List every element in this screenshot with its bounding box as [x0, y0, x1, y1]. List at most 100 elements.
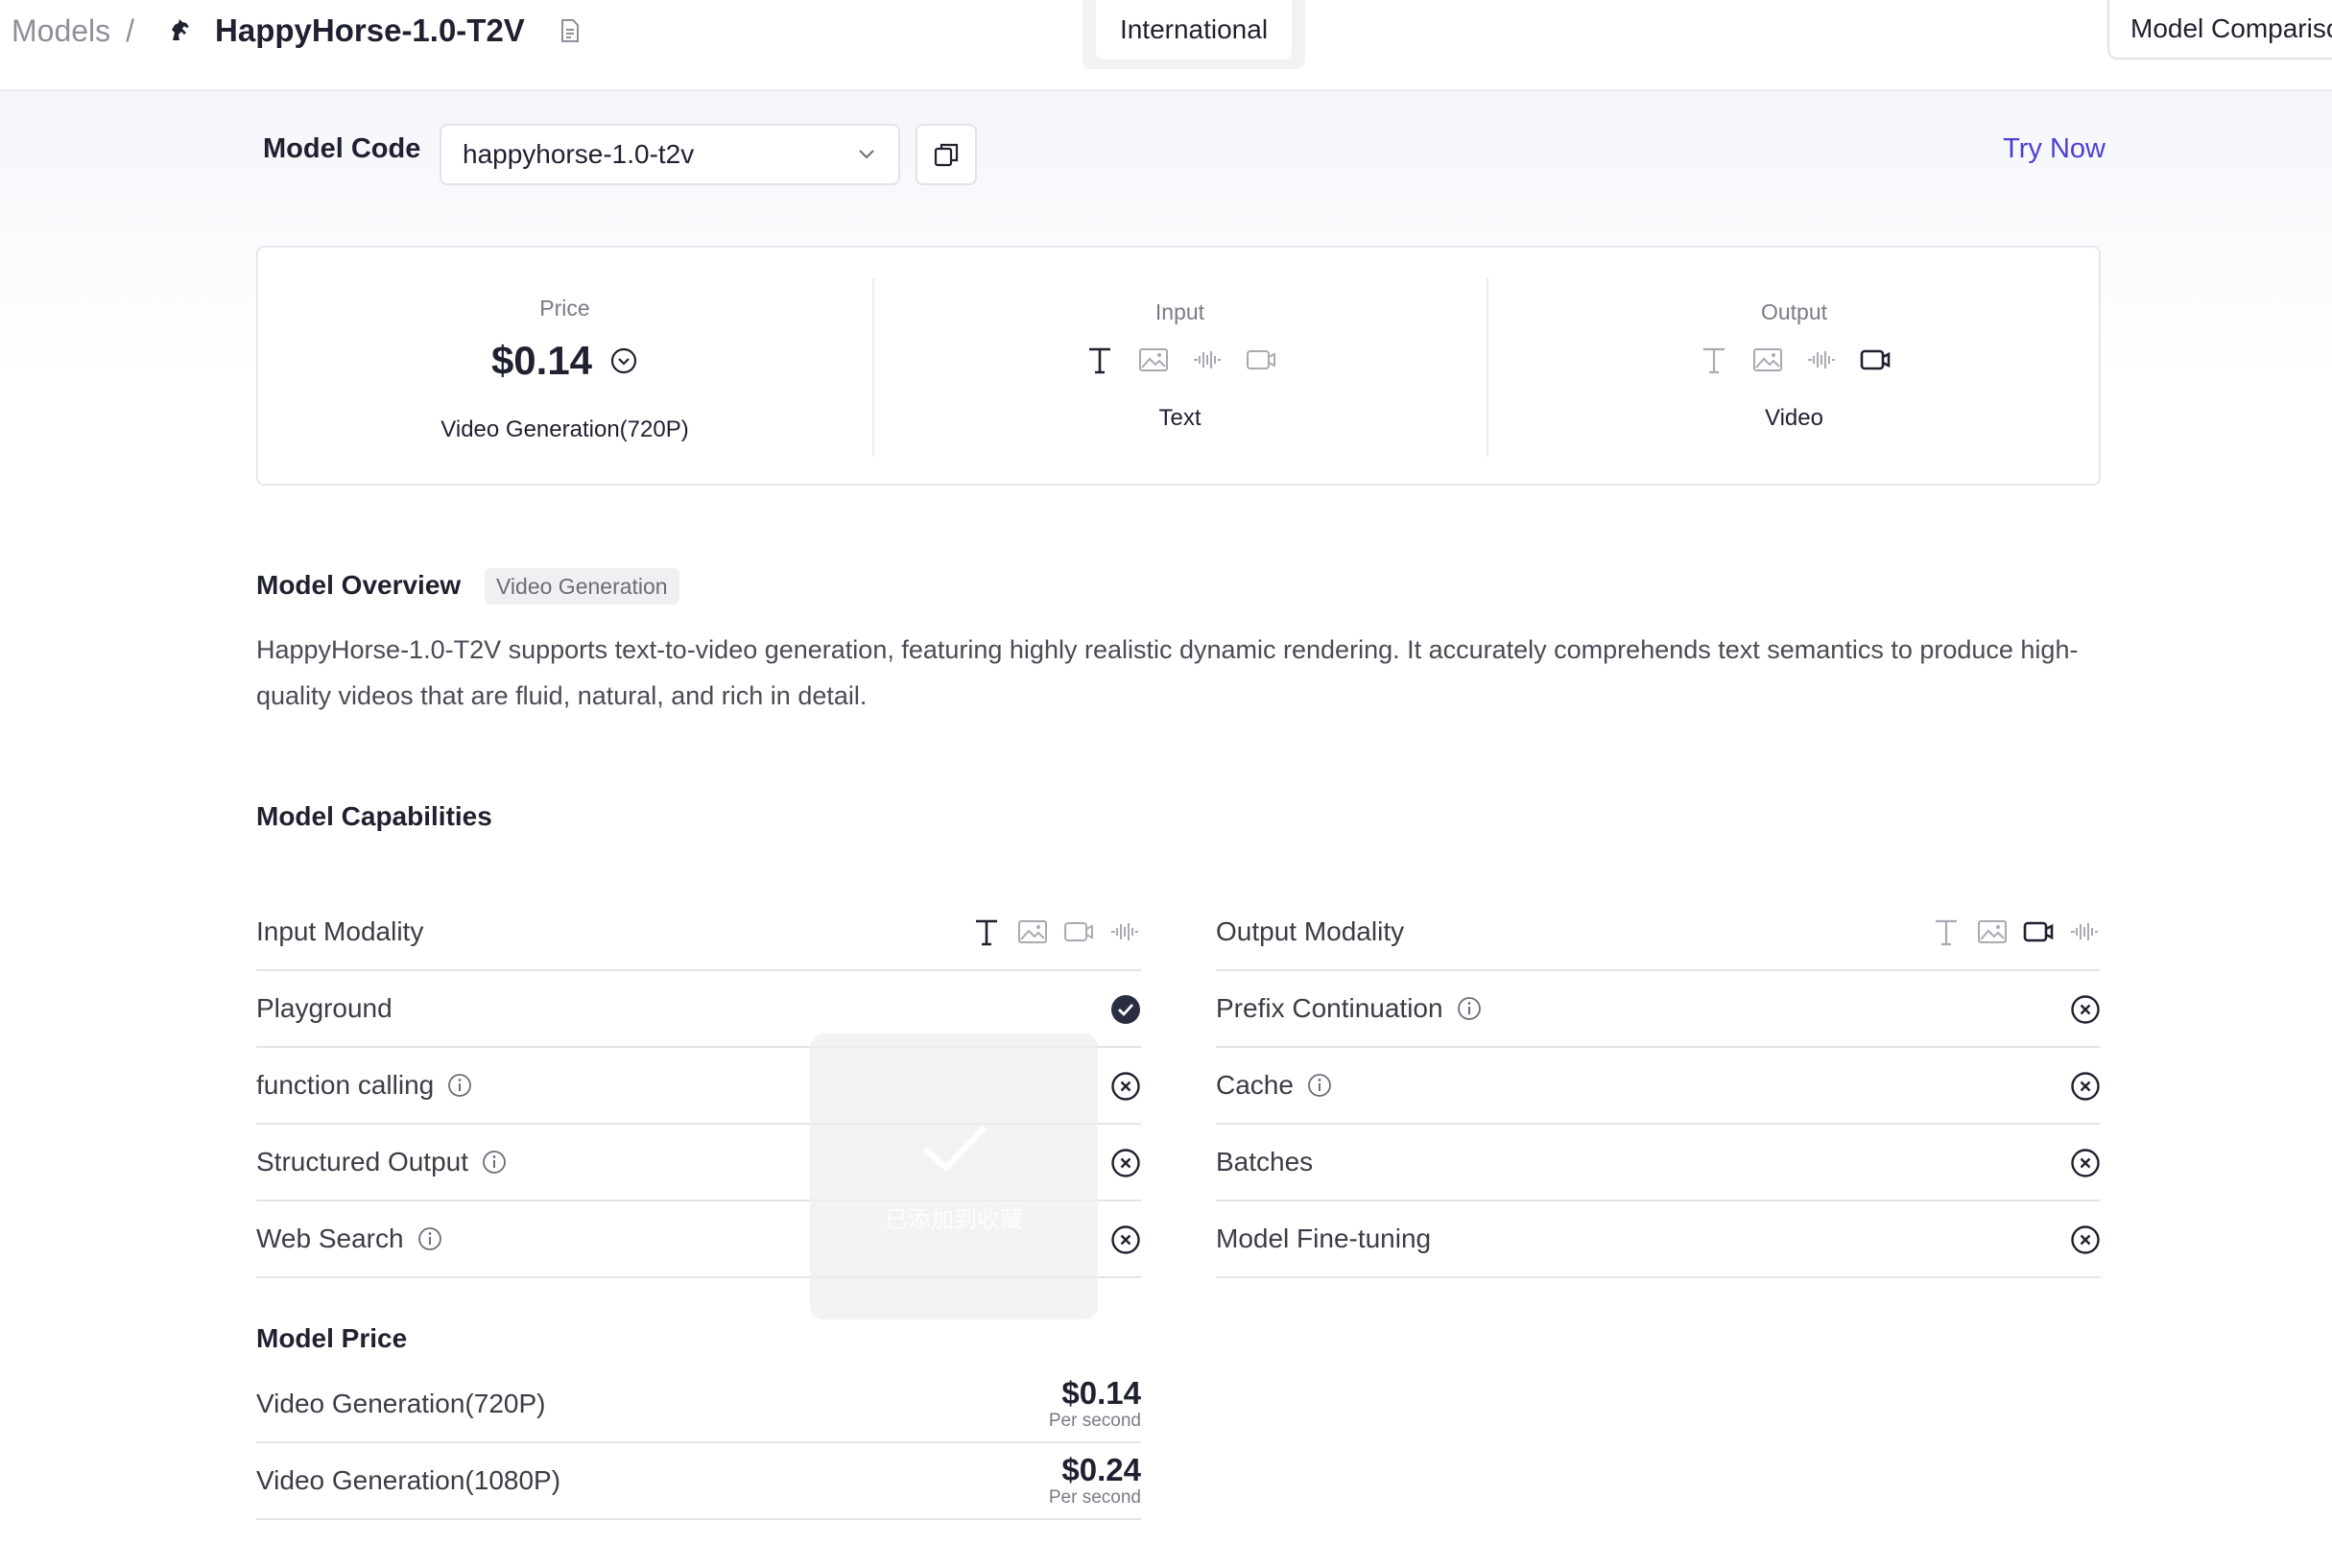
- video-icon: [2023, 921, 2054, 942]
- price-section-title: Model Price: [256, 1323, 408, 1353]
- check-circle-icon: [1111, 995, 1140, 1024]
- capabilities-right: Output Modality Prefix Continuation Cach…: [1216, 894, 2101, 1278]
- app-root: Models / HappyHorse-1.0-T2V Internationa…: [0, 0, 2332, 1568]
- price-amount: $0.24: [1061, 1452, 1141, 1487]
- x-circle-icon: [1111, 1072, 1140, 1101]
- output-modality-icons: [1488, 344, 2100, 376]
- cap-label: Cache: [1216, 1070, 1294, 1100]
- video-icon: [1860, 349, 1890, 370]
- price-amount-block: $0.14 Per second: [1049, 1376, 1141, 1432]
- toast-notification: 已添加到收藏: [810, 1033, 1098, 1319]
- cap-label: Web Search: [256, 1224, 404, 1253]
- horse-icon: [172, 19, 190, 40]
- price-value: $0.14: [490, 338, 593, 383]
- price-row: Video Generation(1080P) $0.24 Per second: [256, 1443, 1141, 1520]
- cap-label-wrap: Web Search: [256, 1224, 442, 1254]
- cap-label: Batches: [1216, 1147, 1314, 1176]
- price-row: Video Generation(720P) $0.14 Per second: [256, 1366, 1141, 1443]
- top-header: Models / HappyHorse-1.0-T2V Internationa…: [0, 0, 2332, 91]
- price-name: Video Generation(1080P): [256, 1465, 561, 1495]
- document-icon[interactable]: [556, 16, 584, 45]
- model-code-label: Model Code: [263, 133, 421, 164]
- info-icon[interactable]: [417, 1226, 442, 1251]
- try-now-link[interactable]: Try Now: [2003, 133, 2106, 165]
- price-caption: Video Generation(720P): [440, 416, 689, 442]
- main-content: Model Code happyhorse-1.0-t2v Try Now Pr…: [0, 91, 2332, 1568]
- price-value-row: $0.14: [258, 338, 871, 384]
- x-circle-icon: [2071, 995, 2100, 1024]
- cap-label-wrap: function calling: [256, 1070, 472, 1101]
- output-modality-icons: [1930, 915, 2101, 948]
- audio-icon: [1807, 351, 1835, 368]
- image-icon: [1018, 920, 1047, 943]
- info-icon[interactable]: [482, 1150, 507, 1175]
- toast-text: 已添加到收藏: [885, 1206, 1023, 1233]
- checkmark-icon: [922, 1125, 988, 1172]
- video-icon: [1246, 350, 1275, 369]
- category-tag: Video Generation: [485, 568, 679, 605]
- cap-label-wrap: Cache: [1216, 1070, 1332, 1101]
- output-label: Output: [1760, 299, 1828, 324]
- summary-input: Input Text: [872, 278, 1486, 457]
- cap-label: Playground: [256, 993, 393, 1023]
- model-code-value: happyhorse-1.0-t2v: [463, 139, 695, 169]
- x-circle-icon: [1111, 1225, 1140, 1254]
- cap-label: Input Modality: [256, 916, 424, 946]
- cap-row-batches: Batches: [1216, 1125, 2101, 1201]
- cap-row-input-modality: Input Modality: [256, 894, 1141, 971]
- x-circle-icon: [2071, 1072, 2100, 1101]
- model-code-row: Model Code happyhorse-1.0-t2v Try Now: [263, 124, 2106, 185]
- image-icon: [1752, 348, 1782, 371]
- chevron-down-icon: [859, 150, 874, 159]
- model-summary-card: Price $0.14 Video Generation(720P) Input: [256, 246, 2101, 486]
- info-icon[interactable]: [1307, 1073, 1332, 1098]
- model-comparison-button[interactable]: Model Comparison: [2107, 0, 2332, 59]
- text-icon: [1088, 347, 1110, 374]
- audio-icon: [1193, 351, 1221, 368]
- text-icon: [1936, 919, 1957, 946]
- x-circle-icon: [2071, 1225, 2100, 1254]
- input-label: Input: [1154, 299, 1205, 324]
- price-unit: Per second: [1048, 1411, 1141, 1431]
- image-icon: [1138, 348, 1168, 371]
- cap-row-model-fine-tuning: Model Fine-tuning: [1216, 1201, 2101, 1278]
- input-modality-icons: [970, 915, 1141, 948]
- overview-description: HappyHorse-1.0-T2V supports text-to-vide…: [256, 635, 2079, 710]
- summary-output: Output Video: [1487, 278, 2100, 457]
- price-label: Price: [539, 296, 590, 321]
- cap-row-cache: Cache: [1216, 1048, 2101, 1125]
- price-amount: $0.14: [1061, 1375, 1141, 1411]
- info-icon[interactable]: [447, 1073, 472, 1098]
- input-modality-icons: [874, 344, 1486, 376]
- copy-icon: [934, 143, 959, 167]
- cap-label: Prefix Continuation: [1216, 993, 1443, 1023]
- cap-label: function calling: [256, 1070, 435, 1100]
- region-switcher: International: [1083, 0, 1305, 69]
- price-unit: Per second: [1048, 1487, 1141, 1508]
- region-tab-international[interactable]: International: [1096, 0, 1292, 59]
- audio-icon: [1111, 923, 1138, 940]
- price-amount-block: $0.24 Per second: [1049, 1453, 1141, 1509]
- model-code-select[interactable]: happyhorse-1.0-t2v: [440, 124, 900, 185]
- audio-icon: [2071, 923, 2098, 940]
- copy-button[interactable]: [916, 124, 977, 185]
- text-icon: [1702, 347, 1725, 374]
- cap-label: Model Fine-tuning: [1216, 1224, 1432, 1253]
- price-name: Video Generation(720P): [256, 1389, 546, 1418]
- summary-price: Price $0.14 Video Generation(720P): [258, 248, 871, 484]
- cap-label: Output Modality: [1216, 916, 1405, 946]
- cap-label-wrap: Prefix Continuation: [1216, 993, 1482, 1024]
- page-title: HappyHorse-1.0-T2V: [215, 12, 525, 48]
- text-icon: [976, 919, 997, 946]
- info-icon[interactable]: [1457, 996, 1482, 1021]
- capabilities-title: Model Capabilities: [256, 801, 492, 831]
- cap-label-wrap: Structured Output: [256, 1147, 507, 1177]
- cap-row-prefix-continuation: Prefix Continuation: [1216, 971, 2101, 1048]
- input-caption: Text: [1158, 405, 1202, 431]
- cap-label: Structured Output: [256, 1147, 469, 1176]
- chevron-circle-down-icon[interactable]: [609, 346, 638, 375]
- price-list: Video Generation(720P) $0.14 Per second …: [256, 1366, 1141, 1520]
- breadcrumb-models-link[interactable]: Models: [12, 13, 110, 49]
- output-caption: Video: [1765, 405, 1823, 431]
- x-circle-icon: [2071, 1149, 2100, 1177]
